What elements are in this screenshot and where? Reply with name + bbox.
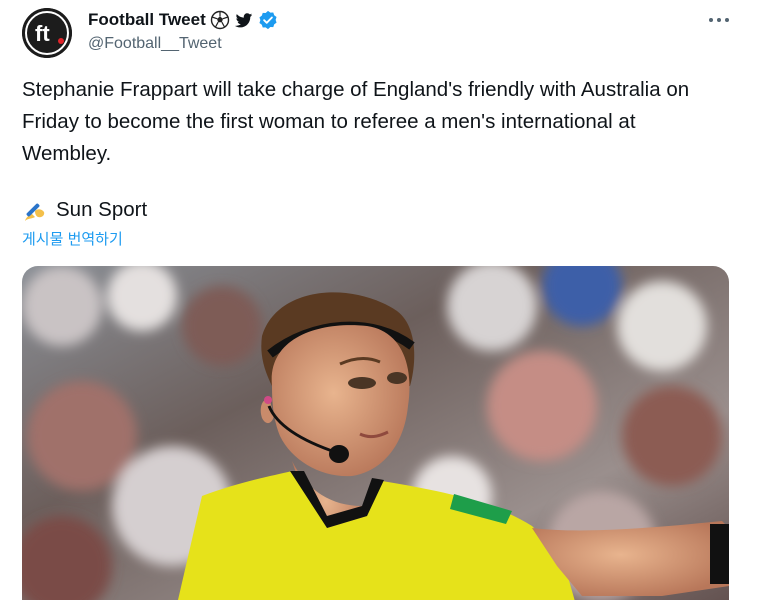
- twitter-bird-icon: [234, 10, 254, 30]
- user-handle[interactable]: @Football__Tweet: [88, 35, 739, 53]
- referee-photo: [22, 266, 729, 600]
- tweet-source: Sun Sport: [22, 195, 147, 225]
- name-row: Football Tweet: [88, 8, 739, 32]
- tweet-photo[interactable]: [22, 266, 729, 600]
- more-options-button[interactable]: [705, 10, 733, 30]
- soccer-ball-icon: [210, 10, 230, 30]
- writing-hand-icon: [22, 196, 50, 224]
- svg-text:ft: ft: [35, 21, 50, 46]
- tweet-text: Stephanie Frappart will take charge of E…: [22, 78, 690, 165]
- tweet-header: Football Tweet @Football__Tweet: [88, 8, 739, 56]
- verified-badge-icon[interactable]: [258, 10, 278, 30]
- more-dots-icon: [709, 18, 729, 22]
- display-name[interactable]: Football Tweet: [88, 10, 206, 30]
- translate-post-link[interactable]: 게시물 번역하기: [22, 230, 123, 250]
- avatar[interactable]: ft: [22, 8, 72, 58]
- source-label: Sun Sport: [56, 198, 148, 221]
- tweet-card: ft Football Tweet @Football__Tweet Steph…: [0, 0, 769, 600]
- ft-logo-icon: ft: [22, 8, 72, 58]
